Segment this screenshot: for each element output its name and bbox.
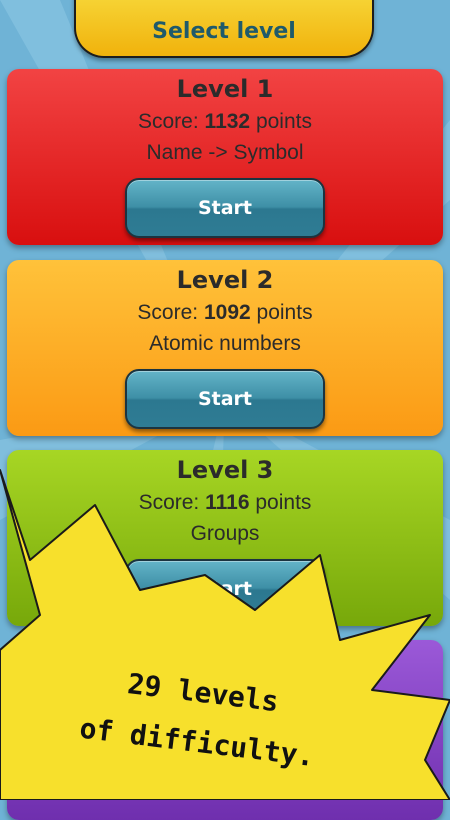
- score-label: Score:: [138, 491, 200, 514]
- score-label: Score:: [137, 301, 199, 324]
- score-label: Score:: [138, 110, 199, 133]
- score-value: 1116: [205, 491, 250, 514]
- level-title: Level 2: [176, 266, 274, 294]
- level-score: Score: 1116 points: [7, 491, 443, 515]
- level-card-2: Level 2 Score: 1092 points Atomic number…: [7, 260, 443, 436]
- level-mode: Groups: [190, 522, 260, 545]
- level-mode: Atomic numbers: [149, 332, 301, 355]
- level-title: Level 1: [176, 75, 274, 103]
- start-button-level-2[interactable]: Start: [125, 369, 325, 429]
- level-score: Score: 1092 points: [7, 301, 443, 325]
- score-unit: points: [255, 491, 312, 514]
- level-mode: Name -> Symbol: [146, 141, 304, 164]
- score-unit: points: [256, 301, 313, 324]
- score-value: 1132: [204, 110, 251, 133]
- level-score: Score: 1132 points: [7, 110, 443, 134]
- level-card-3: Level 3 Score: 1116 points Groups Start: [7, 450, 443, 626]
- page-title: Select level: [152, 19, 296, 44]
- score-unit: points: [255, 110, 312, 133]
- score-value: 1092: [203, 301, 251, 324]
- start-button-level-3[interactable]: Start: [125, 559, 325, 619]
- select-level-header: Select level: [74, 0, 374, 58]
- level-title: Level 3: [176, 456, 274, 484]
- level-card-1: Level 1 Score: 1132 points Name -> Symbo…: [7, 69, 443, 245]
- start-button-level-1[interactable]: Start: [125, 178, 325, 238]
